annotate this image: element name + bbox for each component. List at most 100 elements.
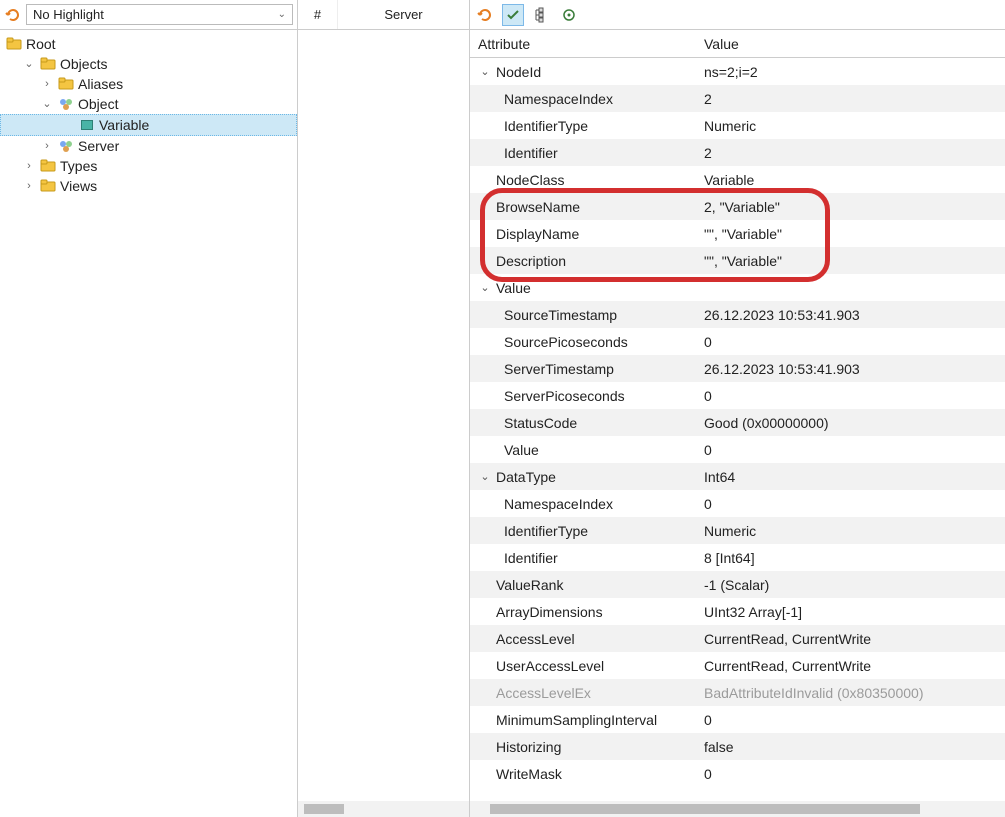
attr-value: 0 xyxy=(704,766,712,782)
attr-row[interactable]: MinimumSamplingInterval 0 xyxy=(470,706,1005,733)
attr-name: DisplayName xyxy=(496,226,579,242)
attr-row[interactable]: AccessLevelCurrentRead, CurrentWrite xyxy=(470,625,1005,652)
attr-value: 26.12.2023 10:53:41.903 xyxy=(704,307,860,323)
col-index[interactable]: # xyxy=(298,0,338,29)
tree-label: Types xyxy=(60,158,97,174)
tree-node-variable[interactable]: Variable xyxy=(0,114,297,136)
attr-value: 0 xyxy=(704,334,712,350)
highlight-dropdown[interactable]: No Highlight ⌄ xyxy=(26,4,293,25)
attr-row[interactable]: NamespaceIndex 2 xyxy=(470,85,1005,112)
tree-label: Views xyxy=(60,178,97,194)
target-icon[interactable] xyxy=(558,4,580,26)
folder-icon xyxy=(6,36,22,52)
attr-value: "", "Variable" xyxy=(704,226,782,242)
chevron-down-icon[interactable]: ⌄ xyxy=(478,65,492,78)
refresh-icon[interactable] xyxy=(4,6,22,24)
attr-row[interactable]: ⌄Value xyxy=(470,274,1005,301)
attr-row[interactable]: Value0 xyxy=(470,436,1005,463)
chevron-right-icon[interactable]: › xyxy=(40,141,54,152)
attributes-panel: Attribute Value ⌄NodeIdns=2;i=2Namespace… xyxy=(470,0,1005,817)
attr-row[interactable]: SourcePicoseconds0 xyxy=(470,328,1005,355)
attr-row[interactable]: Historizingfalse xyxy=(470,733,1005,760)
attr-toolbar xyxy=(470,0,1005,30)
attr-name: DataType xyxy=(496,469,556,485)
tree-node-object[interactable]: ⌄ Object xyxy=(0,94,297,114)
attr-value: 0 xyxy=(704,712,712,728)
chevron-down-icon[interactable]: ⌄ xyxy=(22,59,36,70)
attr-value: 2 xyxy=(704,91,712,107)
chevron-right-icon[interactable]: › xyxy=(22,161,36,172)
attr-name: AccessLevelEx xyxy=(496,685,591,701)
attr-row[interactable]: AccessLevelExBadAttributeIdInvalid (0x80… xyxy=(470,679,1005,706)
object-icon xyxy=(58,96,74,112)
attr-row[interactable]: ServerTimestamp 26.12.2023 10:53:41.903 xyxy=(470,355,1005,382)
attr-row[interactable]: ArrayDimensions UInt32 Array[-1] xyxy=(470,598,1005,625)
attr-name: ArrayDimensions xyxy=(496,604,603,620)
attr-value: CurrentRead, CurrentWrite xyxy=(704,658,871,674)
tree-node-types[interactable]: › Types xyxy=(0,156,297,176)
attr-row[interactable]: UserAccessLevel CurrentRead, CurrentWrite xyxy=(470,652,1005,679)
server-table-header: # Server xyxy=(298,0,469,30)
attr-value: 0 xyxy=(704,442,712,458)
scrollbar-thumb[interactable] xyxy=(490,804,920,814)
attr-row[interactable]: BrowseName2, "Variable" xyxy=(470,193,1005,220)
attr-row[interactable]: IdentifierTypeNumeric xyxy=(470,517,1005,544)
chevron-down-icon[interactable]: ⌄ xyxy=(478,281,492,294)
tree-node-aliases[interactable]: › Aliases xyxy=(0,74,297,94)
tree-node-server[interactable]: › Server xyxy=(0,136,297,156)
attr-row[interactable]: StatusCodeGood (0x00000000) xyxy=(470,409,1005,436)
attr-value: UInt32 Array[-1] xyxy=(704,604,802,620)
attr-row[interactable]: Description"", "Variable" xyxy=(470,247,1005,274)
attr-name: Historizing xyxy=(496,739,561,755)
attr-name: MinimumSamplingInterval xyxy=(496,712,657,728)
chevron-down-icon[interactable]: ⌄ xyxy=(40,99,54,110)
attr-value: 26.12.2023 10:53:41.903 xyxy=(704,361,860,377)
attr-row[interactable]: Identifier8 [Int64] xyxy=(470,544,1005,571)
tree-node-views[interactable]: › Views xyxy=(0,176,297,196)
col-server[interactable]: Server xyxy=(338,0,469,29)
scrollbar-thumb[interactable] xyxy=(304,804,344,814)
attr-name: NamespaceIndex xyxy=(504,496,613,512)
attr-row[interactable]: NamespaceIndex0 xyxy=(470,490,1005,517)
attr-row[interactable]: ValueRank -1 (Scalar) xyxy=(470,571,1005,598)
attr-row[interactable]: WriteMask 0 xyxy=(470,760,1005,787)
attr-row[interactable]: SourceTimestamp26.12.2023 10:53:41.903 xyxy=(470,301,1005,328)
attr-value: -1 (Scalar) xyxy=(704,577,769,593)
highlight-dropdown-label: No Highlight xyxy=(33,7,104,22)
tree-label: Aliases xyxy=(78,76,123,92)
tree-label: Object xyxy=(78,96,118,112)
check-icon[interactable] xyxy=(502,4,524,26)
attr-row[interactable]: ServerPicoseconds0 xyxy=(470,382,1005,409)
browse-tree[interactable]: Root ⌄ Objects › Aliases ⌄ Object Variab… xyxy=(0,30,297,196)
horizontal-scrollbar[interactable] xyxy=(298,801,469,817)
chevron-down-icon[interactable]: ⌄ xyxy=(478,470,492,483)
tree-structure-icon[interactable] xyxy=(530,4,552,26)
attr-name: UserAccessLevel xyxy=(496,658,604,674)
attr-row[interactable]: DisplayName "", "Variable" xyxy=(470,220,1005,247)
attr-value: Int64 xyxy=(704,469,735,485)
chevron-right-icon[interactable]: › xyxy=(22,181,36,192)
attr-row[interactable]: ⌄NodeIdns=2;i=2 xyxy=(470,58,1005,85)
horizontal-scrollbar[interactable] xyxy=(470,801,1005,817)
attr-name: NamespaceIndex xyxy=(504,91,613,107)
attr-value: Good (0x00000000) xyxy=(704,415,829,431)
col-value[interactable]: Value xyxy=(700,36,1005,52)
attr-name: Description xyxy=(496,253,566,269)
tree-node-root[interactable]: Root xyxy=(0,34,297,54)
chevron-right-icon[interactable]: › xyxy=(40,79,54,90)
attr-row[interactable]: Identifier2 xyxy=(470,139,1005,166)
attr-name: Identifier xyxy=(504,550,558,566)
refresh-icon[interactable] xyxy=(474,4,496,26)
attr-name: ServerTimestamp xyxy=(504,361,614,377)
attr-name: BrowseName xyxy=(496,199,580,215)
attr-row[interactable]: IdentifierTypeNumeric xyxy=(470,112,1005,139)
server-table-body xyxy=(298,30,469,801)
tree-node-objects[interactable]: ⌄ Objects xyxy=(0,54,297,74)
attr-row[interactable]: ⌄ DataType Int64 xyxy=(470,463,1005,490)
col-attribute[interactable]: Attribute xyxy=(470,36,700,52)
attr-table-header: Attribute Value xyxy=(470,30,1005,58)
attr-table-body[interactable]: ⌄NodeIdns=2;i=2 NamespaceIndex 2 Identifier… xyxy=(470,58,1005,801)
attr-name: WriteMask xyxy=(496,766,562,782)
attr-name: ValueRank xyxy=(496,577,563,593)
attr-row[interactable]: NodeClassVariable xyxy=(470,166,1005,193)
